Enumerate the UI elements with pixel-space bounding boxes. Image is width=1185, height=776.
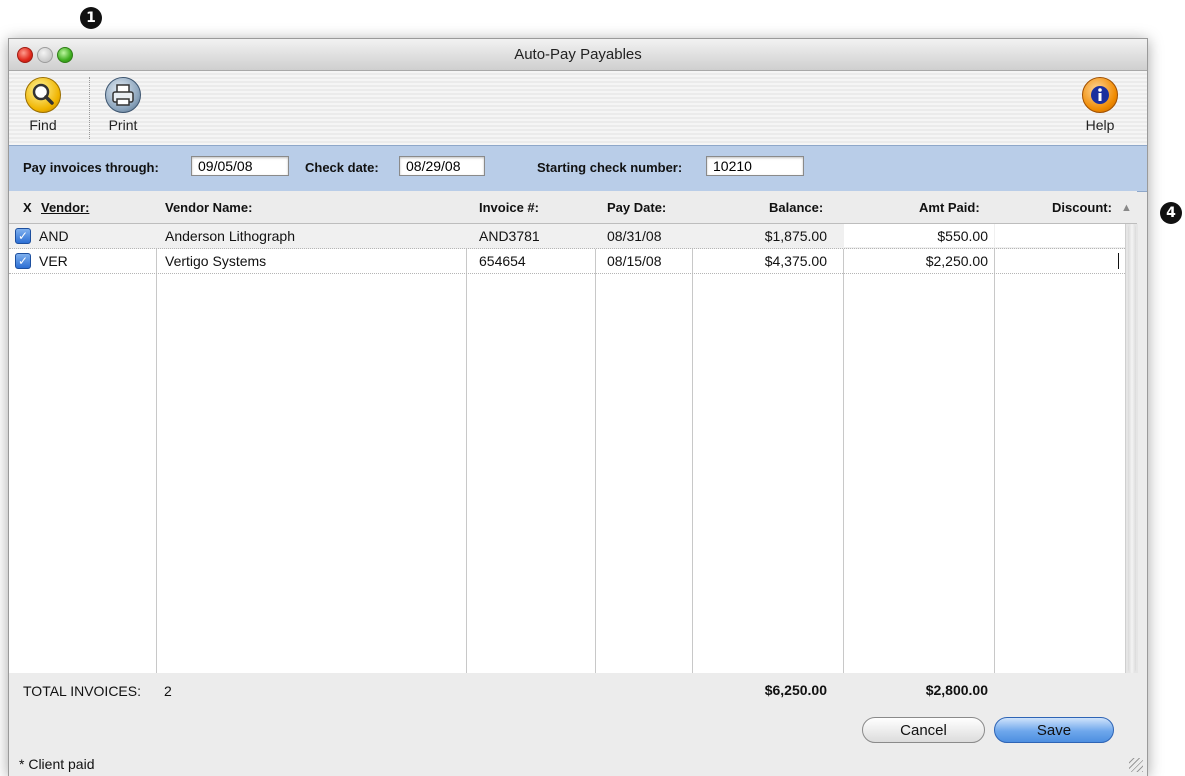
- pay-date: 08/31/08: [607, 228, 662, 244]
- callout-marker: 1: [80, 7, 102, 29]
- col-x-header: X: [23, 200, 32, 215]
- table-header: X Vendor: Vendor Name: Invoice #: Pay Da…: [9, 191, 1137, 224]
- check-date-field[interactable]: [399, 156, 485, 176]
- amt-paid-field[interactable]: $550.00: [844, 224, 994, 247]
- find-button[interactable]: Find: [25, 77, 61, 133]
- table-row[interactable]: ✓ VER Vertigo Systems 654654 08/15/08 $4…: [9, 249, 1125, 274]
- column-divider: [994, 224, 995, 673]
- vendor-code: AND: [39, 228, 69, 244]
- find-label: Find: [29, 117, 57, 133]
- toolbar: Find Print Help: [9, 71, 1147, 145]
- column-divider: [692, 224, 693, 673]
- discount-field[interactable]: [995, 249, 1125, 272]
- total-invoices-label: TOTAL INVOICES:: [23, 683, 141, 699]
- criteria-bar: Pay invoices through: Check date: Starti…: [9, 145, 1147, 192]
- col-vendor-header[interactable]: Vendor:: [41, 200, 89, 215]
- col-discount-header[interactable]: Discount:: [1052, 200, 1112, 215]
- invoice-number: 654654: [479, 253, 526, 269]
- client-paid-note: * Client paid: [19, 756, 95, 772]
- title-bar[interactable]: Auto-Pay Payables: [9, 39, 1147, 71]
- column-divider: [843, 224, 844, 673]
- pay-checkbox[interactable]: ✓: [15, 253, 31, 269]
- print-button[interactable]: Print: [105, 77, 141, 133]
- col-pay-date-header[interactable]: Pay Date:: [607, 200, 666, 215]
- callout-marker: 4: [1160, 202, 1182, 224]
- total-invoices-count: 2: [164, 683, 172, 699]
- sort-ascending-icon[interactable]: ▲: [1121, 202, 1132, 214]
- scrollbar-thumb[interactable]: [1128, 224, 1136, 673]
- total-amt-paid: $2,800.00: [925, 682, 988, 698]
- vendor-code: VER: [39, 253, 68, 269]
- save-button[interactable]: Save: [994, 717, 1114, 743]
- col-invoice-header[interactable]: Invoice #:: [479, 200, 539, 215]
- help-button[interactable]: Help: [1082, 77, 1118, 133]
- check-date-label: Check date:: [305, 160, 379, 175]
- col-amt-paid-header[interactable]: Amt Paid:: [919, 200, 980, 215]
- pay-through-field[interactable]: [191, 156, 289, 176]
- window-title: Auto-Pay Payables: [514, 46, 642, 63]
- column-divider: [156, 224, 157, 673]
- printer-icon: [105, 77, 141, 113]
- text-cursor: [1118, 253, 1119, 269]
- pay-through-label: Pay invoices through:: [23, 160, 159, 175]
- magnifier-icon: [25, 77, 61, 113]
- column-divider: [466, 224, 467, 673]
- column-divider: [595, 224, 596, 673]
- col-vendor-name-header[interactable]: Vendor Name:: [165, 200, 252, 215]
- pay-date: 08/15/08: [607, 253, 662, 269]
- invoice-number: AND3781: [479, 228, 540, 244]
- vendor-name: Anderson Lithograph: [165, 228, 295, 244]
- discount-field[interactable]: [995, 224, 1125, 247]
- auto-pay-window: Auto-Pay Payables Find Print Help Pay in…: [8, 38, 1148, 776]
- table-row[interactable]: ✓ AND Anderson Lithograph AND3781 08/31/…: [9, 224, 1125, 249]
- col-balance-header[interactable]: Balance:: [769, 200, 823, 215]
- balance: $1,875.00: [764, 228, 827, 244]
- table-scrollbar[interactable]: [1125, 224, 1138, 673]
- pay-checkbox[interactable]: ✓: [15, 228, 31, 244]
- cancel-button[interactable]: Cancel: [862, 717, 985, 743]
- vendor-name: Vertigo Systems: [165, 253, 267, 269]
- help-label: Help: [1085, 117, 1115, 133]
- amt-paid: $2,250.00: [925, 253, 988, 269]
- balance: $4,375.00: [764, 253, 827, 269]
- resize-grip-icon[interactable]: [1129, 758, 1143, 772]
- invoice-table: X Vendor: Vendor Name: Invoice #: Pay Da…: [9, 191, 1138, 673]
- info-icon: [1082, 77, 1118, 113]
- amt-paid-field[interactable]: $2,250.00: [844, 249, 994, 272]
- toolbar-separator: [89, 77, 90, 139]
- print-label: Print: [108, 117, 138, 133]
- amt-paid: $550.00: [937, 228, 988, 244]
- total-balance: $6,250.00: [764, 682, 827, 698]
- start-check-field[interactable]: [706, 156, 804, 176]
- start-check-label: Starting check number:: [537, 160, 683, 175]
